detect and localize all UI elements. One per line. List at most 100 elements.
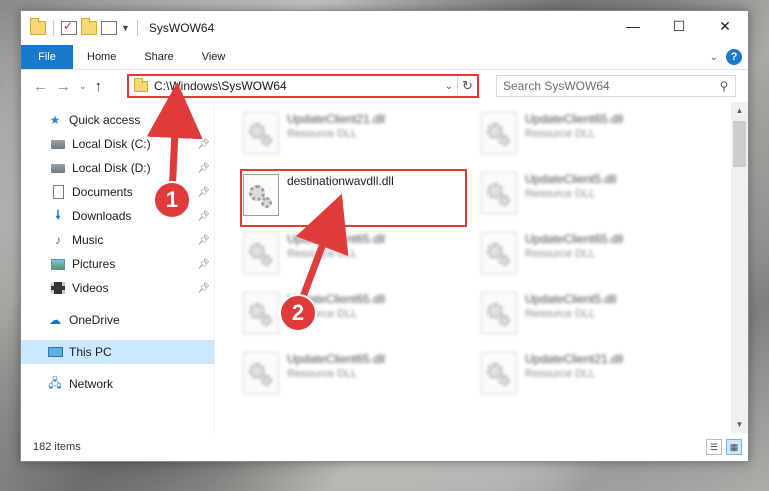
sidebar-item-local-disk-d[interactable]: Local Disk (D:) 📌︎ bbox=[21, 156, 214, 180]
help-icon[interactable]: ? bbox=[726, 49, 742, 65]
search-box: ⚲ bbox=[496, 75, 736, 97]
file-type: Resource DLL bbox=[287, 368, 358, 380]
scroll-down-icon[interactable]: ▼ bbox=[731, 416, 748, 433]
file-name: UpdateClient65.dll bbox=[525, 112, 624, 126]
pin-icon: 📌︎ bbox=[197, 186, 210, 198]
list-item[interactable]: UpdateClient65.dll Resource DLL bbox=[481, 230, 711, 276]
dll-file-icon bbox=[481, 352, 517, 394]
file-type: Resource DLL bbox=[525, 248, 596, 260]
dll-file-icon bbox=[481, 292, 517, 334]
sidebar-item-this-pc[interactable]: This PC bbox=[21, 340, 214, 364]
tiles-view-icon[interactable]: ▦ bbox=[726, 439, 742, 455]
file-type: Resource DLL bbox=[287, 248, 358, 260]
list-item[interactable]: UpdateClient21.dll Resource DLL bbox=[243, 110, 473, 156]
search-input[interactable] bbox=[503, 79, 713, 93]
pin-icon: 📌︎ bbox=[197, 234, 210, 246]
maximize-button[interactable]: ☐ bbox=[656, 11, 702, 41]
sidebar-item-network[interactable]: 🖧︎ Network bbox=[21, 372, 214, 396]
sidebar-item-label: Videos bbox=[72, 281, 109, 295]
sidebar-item-label: Documents bbox=[72, 185, 133, 199]
up-arrow-icon[interactable]: ↑ bbox=[95, 78, 103, 95]
tab-file[interactable]: File bbox=[21, 45, 73, 69]
sidebar-item-label: Local Disk (C:) bbox=[72, 137, 151, 151]
properties-check-icon[interactable] bbox=[61, 19, 77, 35]
dll-file-icon bbox=[481, 172, 517, 214]
folder-icon[interactable] bbox=[30, 18, 46, 35]
ribbon-tabs: File Home Share View ⌄ ? bbox=[21, 45, 748, 70]
close-button[interactable]: ✕ bbox=[702, 11, 748, 41]
address-path[interactable]: C:\Windows\SysWOW64 bbox=[154, 79, 441, 93]
pictures-icon bbox=[51, 258, 65, 270]
file-type: Resource DLL bbox=[525, 128, 596, 140]
sidebar-item-pictures[interactable]: Pictures 📌︎ bbox=[21, 252, 214, 276]
expand-ribbon-icon[interactable]: ⌄ bbox=[710, 52, 718, 63]
scroll-thumb[interactable] bbox=[733, 121, 746, 167]
details-view-icon[interactable]: ☰ bbox=[706, 439, 722, 455]
disk-icon bbox=[51, 139, 65, 149]
customize-icon[interactable] bbox=[101, 21, 117, 35]
navigation-pane: ★ Quick access Local Disk (C:) 📌︎ Local … bbox=[21, 102, 214, 433]
file-name: UpdateClient21.dll bbox=[525, 352, 624, 366]
file-name: UpdateClient21.dll bbox=[287, 112, 386, 126]
disk-icon bbox=[51, 163, 65, 173]
file-name: UpdateClient5.dll bbox=[525, 172, 617, 186]
back-arrow-icon[interactable]: ← bbox=[33, 78, 48, 95]
pin-icon: 📌︎ bbox=[197, 210, 210, 222]
sidebar-item-music[interactable]: ♪ Music 📌︎ bbox=[21, 228, 214, 252]
search-icon[interactable]: ⚲ bbox=[713, 79, 735, 93]
main-area: ★ Quick access Local Disk (C:) 📌︎ Local … bbox=[21, 102, 748, 433]
vertical-scrollbar[interactable]: ▲ ▼ bbox=[731, 102, 748, 433]
chevron-down-icon[interactable]: ▼ bbox=[121, 23, 130, 33]
recent-locations-icon[interactable]: ⌄ bbox=[79, 81, 87, 92]
refresh-icon[interactable]: ↻ bbox=[457, 76, 477, 96]
sidebar-item-label: This PC bbox=[69, 345, 112, 359]
address-bar[interactable]: C:\Windows\SysWOW64 ⌄ ↻ bbox=[127, 74, 479, 98]
list-item[interactable]: UpdateClient5.dll Resource DLL bbox=[481, 170, 711, 216]
network-icon: 🖧︎ bbox=[48, 375, 62, 390]
file-type: Resource DLL bbox=[525, 308, 596, 320]
music-icon: ♪ bbox=[55, 233, 61, 247]
file-type: Resource DLL bbox=[525, 188, 596, 200]
tab-share[interactable]: Share bbox=[130, 45, 187, 69]
sidebar-item-label: Music bbox=[72, 233, 104, 247]
scroll-up-icon[interactable]: ▲ bbox=[731, 102, 748, 119]
step-badge-1: 1 bbox=[153, 181, 191, 219]
list-item[interactable]: UpdateClient65.dll Resource DLL bbox=[243, 230, 473, 276]
title-bar: ▼ SysWOW64 — ☐ ✕ bbox=[21, 11, 748, 45]
videos-icon bbox=[51, 282, 65, 294]
computer-icon bbox=[47, 347, 63, 357]
forward-arrow-icon[interactable]: → bbox=[56, 78, 71, 95]
list-item[interactable]: UpdateClient65.dll Resource DLL bbox=[243, 290, 473, 336]
cloud-icon: ☁ bbox=[49, 313, 61, 327]
list-item[interactable]: UpdateClient5.dll Resource DLL bbox=[481, 290, 711, 336]
file-type: Resource DLL bbox=[287, 128, 358, 140]
tab-view[interactable]: View bbox=[188, 45, 240, 69]
item-count: 182 items bbox=[33, 441, 81, 453]
address-dropdown-icon[interactable]: ⌄ bbox=[441, 81, 457, 92]
tab-home[interactable]: Home bbox=[73, 45, 130, 69]
divider bbox=[53, 20, 54, 36]
file-name: UpdateClient65.dll bbox=[287, 352, 386, 366]
dll-file-icon bbox=[243, 352, 279, 394]
pin-icon: 📌︎ bbox=[197, 282, 210, 294]
navigation-buttons: ← → ⌄ ↑ bbox=[21, 78, 125, 95]
sidebar-item-videos[interactable]: Videos 📌︎ bbox=[21, 276, 214, 300]
list-item[interactable]: UpdateClient65.dll Resource DLL bbox=[243, 350, 473, 396]
file-name: UpdateClient65.dll bbox=[525, 232, 624, 246]
file-type: Resource DLL bbox=[525, 368, 596, 380]
sidebar-item-quick-access[interactable]: ★ Quick access bbox=[21, 108, 214, 132]
list-item[interactable]: UpdateClient65.dll Resource DLL bbox=[481, 110, 711, 156]
folder-icon bbox=[134, 77, 148, 92]
documents-icon bbox=[52, 185, 64, 199]
new-folder-icon[interactable] bbox=[81, 18, 97, 35]
ribbon-right: ⌄ ? bbox=[710, 49, 742, 65]
sidebar-item-onedrive[interactable]: ☁ OneDrive bbox=[21, 308, 214, 332]
dll-file-icon bbox=[481, 112, 517, 154]
pin-icon: 📌︎ bbox=[197, 162, 210, 174]
status-bar: 182 items ☰ ▦ bbox=[21, 433, 748, 461]
list-item[interactable]: UpdateClient21.dll Resource DLL bbox=[481, 350, 711, 396]
sidebar-item-local-disk-c[interactable]: Local Disk (C:) 📌︎ bbox=[21, 132, 214, 156]
explorer-window: ▼ SysWOW64 — ☐ ✕ File Home Share View ⌄ … bbox=[20, 10, 749, 462]
dll-file-icon bbox=[243, 232, 279, 274]
minimize-button[interactable]: — bbox=[610, 11, 656, 41]
